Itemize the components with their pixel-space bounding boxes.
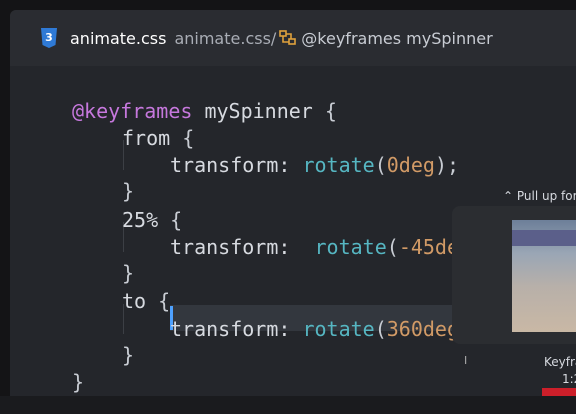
breadcrumb-symbol[interactable]: @keyframes mySpinner [301,29,492,48]
video-thumbnail-banner [512,230,576,246]
chapter-timestamp: 1:2 [562,372,576,386]
chapter-label: Keyfra [544,355,576,369]
code-line-2: from { [122,126,195,150]
tab-filename[interactable]: animate.css [70,29,166,48]
editor-tab-bar: 3 animate.css animate.css/ @keyframes my… [10,10,576,66]
code-line-3: transform: rotate(0deg); [170,153,460,177]
video-timeline[interactable] [0,396,576,414]
code-line-10: } [122,343,135,367]
code-line-11: } [72,370,85,394]
keyframes-symbol-icon [278,29,298,47]
text-cursor-icon: I [464,354,468,367]
code-line-1: @keyframes mySpinner { [72,99,337,123]
code-line-4: } [122,179,135,203]
breadcrumb-path[interactable]: animate.css/ [174,29,276,48]
chevron-up-icon: ⌃ [503,189,514,203]
video-preview-panel[interactable] [452,206,576,344]
svg-text:3: 3 [45,31,53,44]
css3-icon: 3 [40,28,58,48]
pull-up-hint[interactable]: ⌃ Pull up for p [503,189,576,203]
video-thumbnail[interactable] [512,220,576,332]
